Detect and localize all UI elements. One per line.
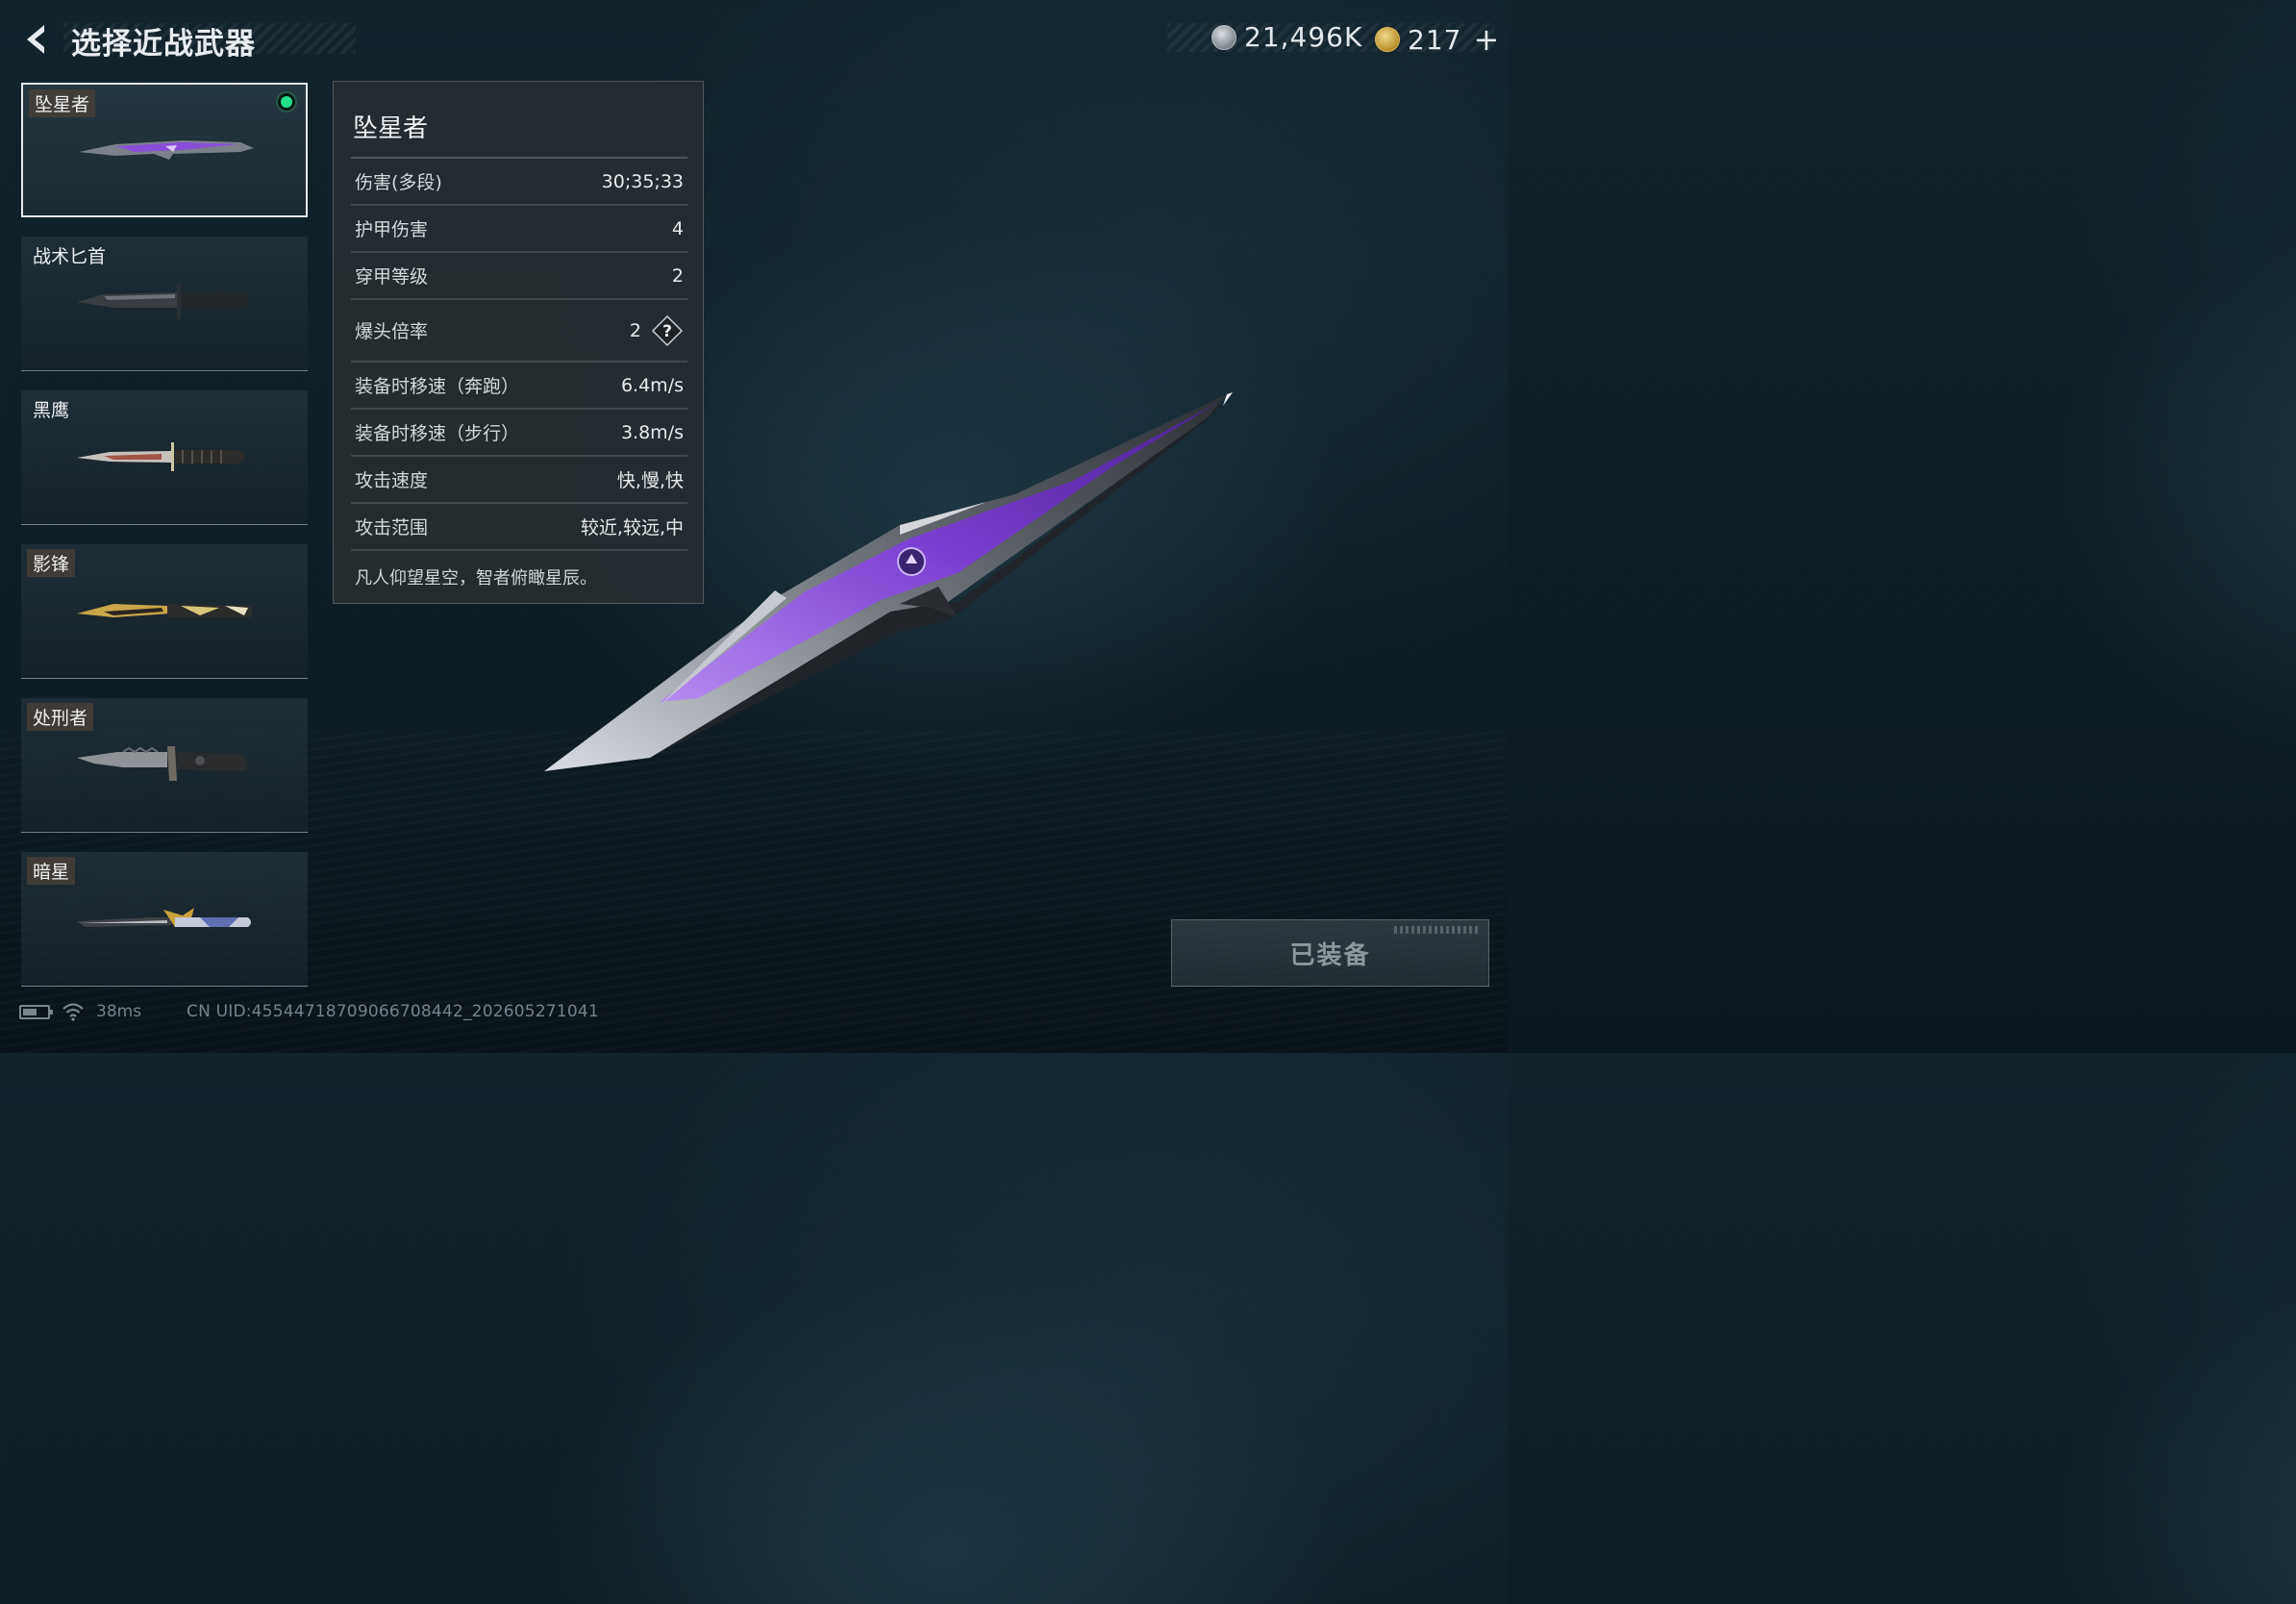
stat-row-armor-damage: 护甲伤害 4 [351,206,687,253]
weapon-name: 坠星者 [29,89,96,117]
weapon-card-anxing[interactable]: 暗星 [21,852,308,987]
weapon-name: 暗星 [27,857,76,885]
battery-icon [19,1004,53,1019]
stat-value: 2 [671,264,684,287]
page-title: 选择近战武器 [71,27,256,62]
weapon-card-heiying[interactable]: 黑鹰 [21,390,308,525]
knife-shadow-edge-image [77,604,252,617]
stat-label: 护甲伤害 [355,219,429,240]
stat-label: 装备时移速（奔跑） [355,376,520,397]
gold-currency[interactable]: 217 + [1375,21,1500,58]
gold-coin-icon [1375,27,1400,52]
back-button[interactable] [17,21,56,58]
weapon-name: 黑鹰 [33,400,70,421]
equipped-indicator-icon [276,91,297,113]
stat-row-armor-pen: 穿甲等级 2 [351,253,687,300]
silver-currency-amount: 21,496K [1244,21,1363,53]
knife-zhuixingzhe-preview[interactable] [535,381,1246,785]
stat-row-headshot: 爆头倍率 2 ? [351,300,687,363]
stat-value: 30;35;33 [601,170,684,192]
ping-text: 38ms [96,1002,142,1021]
stat-label: 装备时移速（步行） [355,423,520,444]
knife-zhuixingzhe-image [79,140,254,160]
stat-value: 2 [629,319,641,341]
gold-currency-amount: 217 [1408,23,1462,56]
back-arrow-icon [27,25,44,54]
knife-blackhawk-image [77,442,244,471]
silver-coin-icon [1211,24,1236,50]
knife-tactical-dagger-image [77,285,249,319]
silver-currency: 21,496K [1211,21,1362,53]
add-currency-button[interactable]: + [1473,21,1500,58]
knife-executioner-image [77,746,248,781]
stats-weapon-name: 坠星者 [353,114,429,143]
stat-label: 伤害(多段) [355,172,442,193]
weapon-card-yingfeng[interactable]: 影锋 [21,544,308,679]
wifi-icon [62,1003,84,1021]
equipped-button-label: 已装备 [1289,940,1371,970]
equipped-button[interactable]: 已装备 [1171,919,1489,987]
svg-text:?: ? [662,322,672,341]
stat-label: 爆头倍率 [355,321,429,342]
button-decoration [1394,926,1481,934]
stat-row-damage: 伤害(多段) 30;35;33 [351,159,687,206]
stat-label: 穿甲等级 [355,266,429,288]
knife-dark-star-image [77,908,251,927]
weapon-name: 战术匕首 [33,246,107,267]
weapon-name: 影锋 [27,549,76,577]
weapon-card-zhuixingzhe[interactable]: 坠星者 [21,83,308,217]
stat-label: 攻击范围 [355,517,429,539]
stat-value: 4 [671,217,684,239]
weapon-name: 处刑者 [27,703,94,731]
weapon-card-chuxingzhe[interactable]: 处刑者 [21,698,308,833]
help-icon[interactable]: ? [651,314,684,347]
uid-text: CN UID:45544718709066708442_202605271041 [187,1002,599,1021]
weapon-card-zhanshu-bishou[interactable]: 战术匕首 [21,237,308,371]
stat-value-group: 2 ? [630,314,684,347]
status-bar: 38ms [19,1002,141,1021]
stat-label: 攻击速度 [355,470,429,491]
